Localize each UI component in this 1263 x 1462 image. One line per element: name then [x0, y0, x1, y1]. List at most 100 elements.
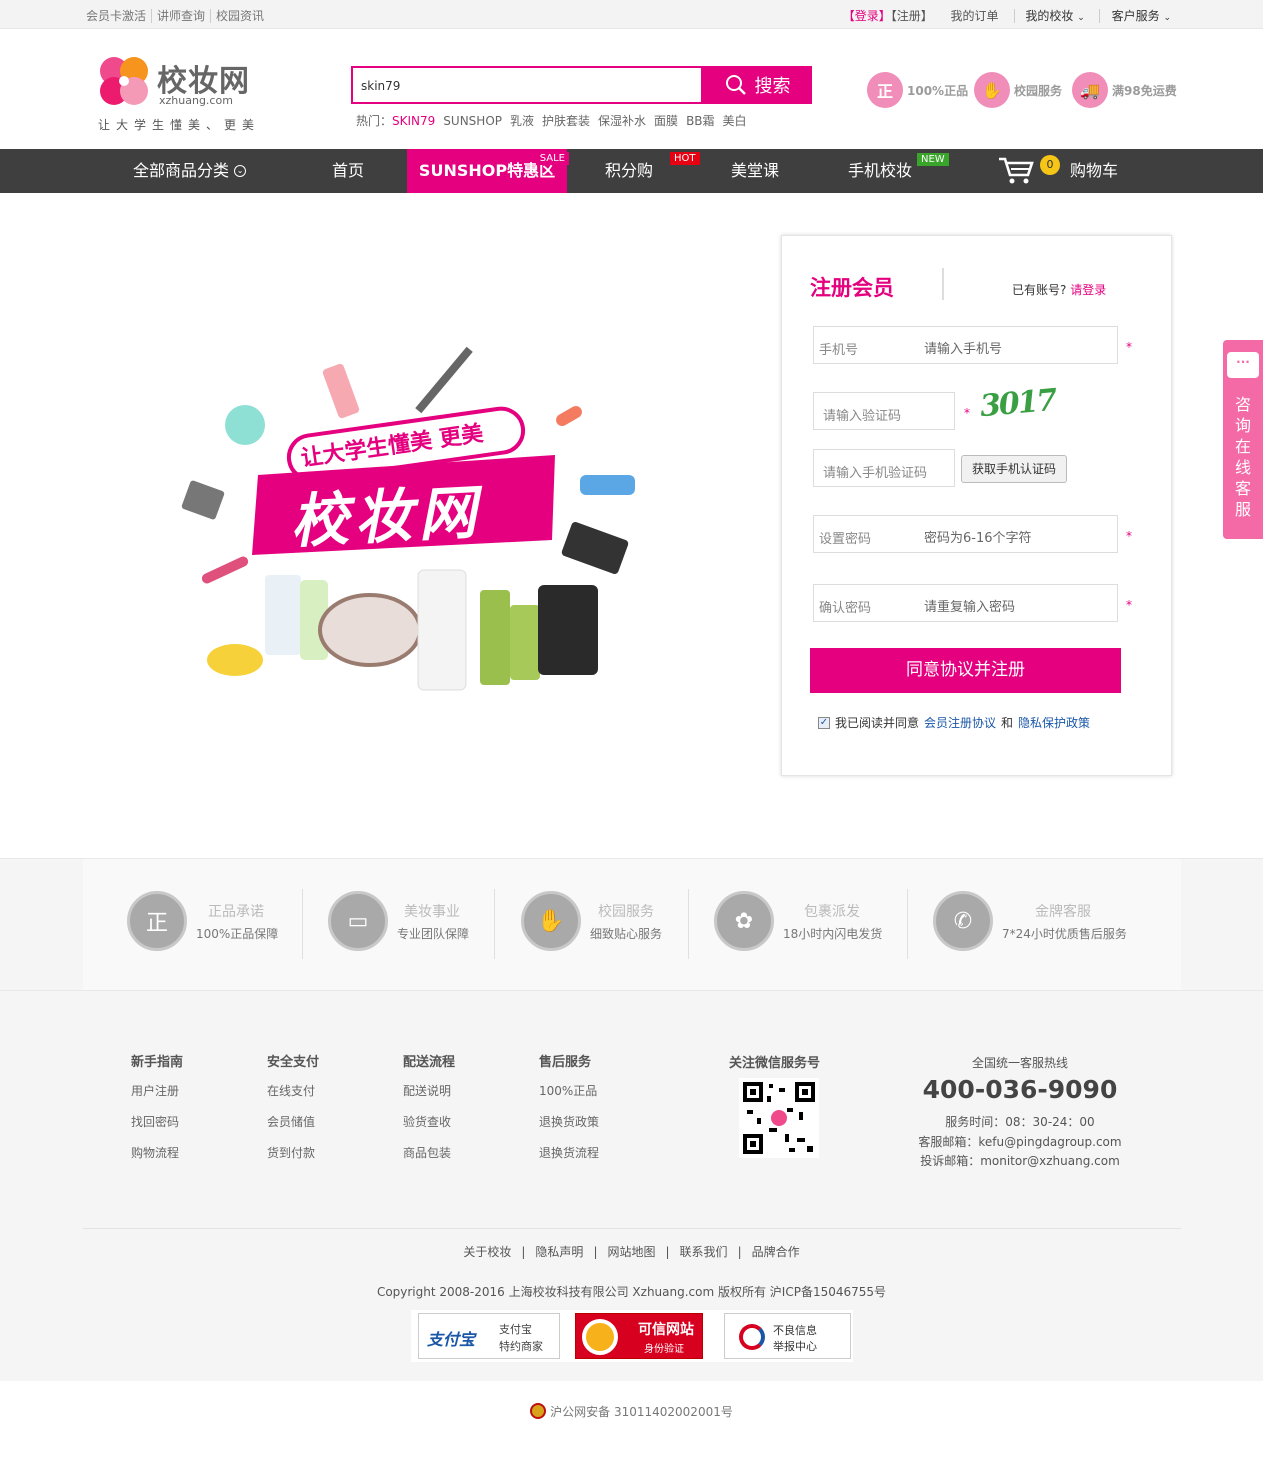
promo-banner: 让大学生懂美 更美 校妆网: [160, 330, 650, 700]
report-line2: 举报中心: [773, 1340, 817, 1353]
service-title: 校园服务: [598, 904, 654, 920]
hot-keyword[interactable]: SUNSHOP: [443, 114, 502, 128]
footer-col-title: 配送流程: [403, 1055, 456, 1070]
nav-points-label: 积分购: [604, 161, 653, 180]
link-teacher-query[interactable]: 讲师查询: [152, 9, 212, 23]
service-desc: 专业团队保障: [397, 927, 470, 941]
main-nav: 全部商品分类 ⌄ 首页 SUNSHOP特惠区 SALE 积分购 HOT 美堂课 …: [0, 149, 1263, 193]
login-link[interactable]: 【登录】: [843, 9, 891, 23]
login-link-panel[interactable]: 请登录: [1070, 283, 1106, 297]
footer-link[interactable]: 货到付款: [267, 1144, 319, 1161]
truck-icon: 🚚: [1072, 72, 1108, 108]
nav-cart[interactable]: 0 购物车: [998, 149, 1122, 193]
captcha-field[interactable]: 请输入验证码: [813, 392, 955, 430]
link-card-activate[interactable]: 会员卡激活: [86, 9, 153, 23]
online-service-tab[interactable]: ··· 咨询在线客服: [1223, 340, 1263, 539]
get-sms-code-button[interactable]: 获取手机认证码: [961, 455, 1067, 483]
genuine-icon: 正: [867, 72, 903, 108]
my-xz-menu[interactable]: 我的校妆 ⌄: [1014, 9, 1085, 23]
trusted-site-badge[interactable]: 可信网站 身份验证: [575, 1313, 703, 1359]
service-desc: 7*24小时优质售后服务: [1002, 927, 1127, 941]
confirm-password-field[interactable]: 确认密码 请重复输入密码: [813, 584, 1118, 622]
service-desc: 18小时内闪电发货: [783, 927, 883, 941]
promise-label: 100%正品: [907, 83, 969, 98]
agree-checkbox[interactable]: ✓: [818, 716, 830, 729]
alipay-logo: 支付宝: [427, 1330, 476, 1349]
footer-col-payment: 安全支付 在线支付 会员储值 货到付款: [267, 1051, 319, 1175]
my-orders-link[interactable]: 我的订单: [951, 9, 999, 23]
logo-slogan: 让大学生懂美、更美: [98, 118, 261, 132]
and-text: 和: [1001, 716, 1014, 730]
report-center-badge[interactable]: 不良信息 举报中心: [724, 1313, 851, 1359]
search-button-label: 搜索: [754, 76, 791, 97]
nav-sunshop[interactable]: SUNSHOP特惠区 SALE: [407, 149, 569, 193]
register-link[interactable]: 【注册】: [891, 9, 933, 23]
hot-keyword[interactable]: 面膜: [654, 114, 678, 128]
register-submit-button[interactable]: 同意协议并注册: [810, 648, 1121, 693]
captcha-image[interactable]: 3017: [979, 383, 1057, 424]
hot-keyword[interactable]: 美白: [723, 114, 747, 128]
police-record-text: 沪公网安备 31011402002001号: [550, 1405, 733, 1419]
hot-keyword[interactable]: 护肤套装: [542, 114, 590, 128]
logo-domain: xzhuang.com: [159, 94, 233, 107]
clover-logo-icon: [100, 57, 148, 105]
footer-link[interactable]: 退换货政策: [539, 1113, 599, 1130]
hot-keywords: 热门：SKIN79 SUNSHOP 乳液 护肤套装 保湿补水 面膜 BB霜 美白: [356, 112, 755, 129]
report-line1: 不良信息: [773, 1324, 817, 1337]
police-record[interactable]: 沪公网安备 31011402002001号: [0, 1403, 1263, 1420]
footer-link[interactable]: 购物流程: [131, 1144, 183, 1161]
agreement-link[interactable]: 会员注册协议: [924, 714, 996, 731]
footer-link[interactable]: 商品包装: [403, 1144, 455, 1161]
hot-keyword[interactable]: SKIN79: [392, 114, 435, 128]
footer-link[interactable]: 找回密码: [131, 1113, 183, 1130]
phone-field[interactable]: 手机号 请输入手机号: [813, 326, 1118, 364]
footer-link[interactable]: 在线支付: [267, 1082, 319, 1099]
gift-icon: ✿: [714, 891, 774, 951]
required-mark: *: [964, 406, 970, 420]
nav-sunshop-label: SUNSHOP特惠区: [418, 161, 556, 180]
footer-col-title: 新手指南: [131, 1055, 184, 1070]
password-field[interactable]: 设置密码 密码为6-16个字符: [813, 515, 1118, 553]
nav-home[interactable]: 首页: [328, 149, 368, 193]
privacy-link[interactable]: 隐私保护政策: [1018, 714, 1090, 731]
chevron-down-icon: ⌄: [234, 165, 247, 177]
hot-keyword[interactable]: BB霜: [686, 114, 714, 128]
top-right-links: 【登录】【注册】 我的订单 我的校妆 ⌄ 客户服务 ⌄: [843, 7, 1171, 24]
promise-label: 满98免运费: [1112, 83, 1177, 98]
search-input[interactable]: skin79: [351, 66, 703, 104]
sms-placeholder: 请输入手机验证码: [823, 466, 928, 481]
search-button[interactable]: 搜索: [703, 66, 812, 104]
customer-service-menu[interactable]: 客户服务 ⌄: [1098, 9, 1171, 23]
footer-link[interactable]: 会员储值: [267, 1113, 319, 1130]
nav-points[interactable]: 积分购 HOT: [604, 149, 700, 193]
chevron-down-icon: ⌄: [1077, 13, 1085, 23]
sale-badge: SALE: [535, 152, 569, 165]
footer-link[interactable]: 退换货流程: [539, 1144, 599, 1161]
site-logo[interactable]: 校妆网 xzhuang.com 让大学生懂美、更美: [95, 52, 275, 132]
hot-keyword[interactable]: 保湿补水: [598, 114, 646, 128]
nav-all-categories[interactable]: 全部商品分类 ⌄: [133, 149, 263, 193]
new-badge: NEW: [917, 153, 949, 166]
police-record-bar: 沪公网安备 31011402002001号: [0, 1381, 1263, 1462]
alipay-badge[interactable]: 支付宝 支付宝 特约商家: [418, 1313, 560, 1359]
footer-bottom-link[interactable]: 隐私声明: [535, 1245, 583, 1259]
footer-bottom-link[interactable]: 品牌合作: [752, 1245, 800, 1259]
footer-link[interactable]: 100%正品: [539, 1082, 599, 1099]
service-strip: 正 正品承诺 100%正品保障 ▭ 美妆事业 专业团队保障 ✋ 校园服务 细致贴…: [0, 858, 1263, 991]
footer-col-title: 售后服务: [539, 1055, 592, 1070]
phone-icon: ✆: [933, 891, 993, 951]
alipay-line1: 支付宝: [499, 1323, 532, 1336]
footer-bottom-link[interactable]: 关于校妆: [463, 1245, 511, 1259]
footer-bottom-link[interactable]: 联系我们: [680, 1245, 728, 1259]
footer-link[interactable]: 验货查收: [403, 1113, 455, 1130]
footer-links: 关于校妆 | 隐私声明 | 网站地图 | 联系我们 | 品牌合作: [463, 1245, 800, 1259]
footer-link[interactable]: 配送说明: [403, 1082, 455, 1099]
footer-bottom-link[interactable]: 网站地图: [607, 1245, 655, 1259]
nav-class[interactable]: 美堂课: [730, 149, 780, 193]
hands-icon: ✋: [521, 891, 581, 951]
hot-keyword[interactable]: 乳液: [510, 114, 534, 128]
footer-link[interactable]: 用户注册: [131, 1082, 183, 1099]
link-campus-news[interactable]: 校园资讯: [211, 9, 269, 23]
nav-mobile[interactable]: 手机校妆 NEW: [847, 149, 949, 193]
sms-code-field[interactable]: 请输入手机验证码: [813, 449, 955, 487]
